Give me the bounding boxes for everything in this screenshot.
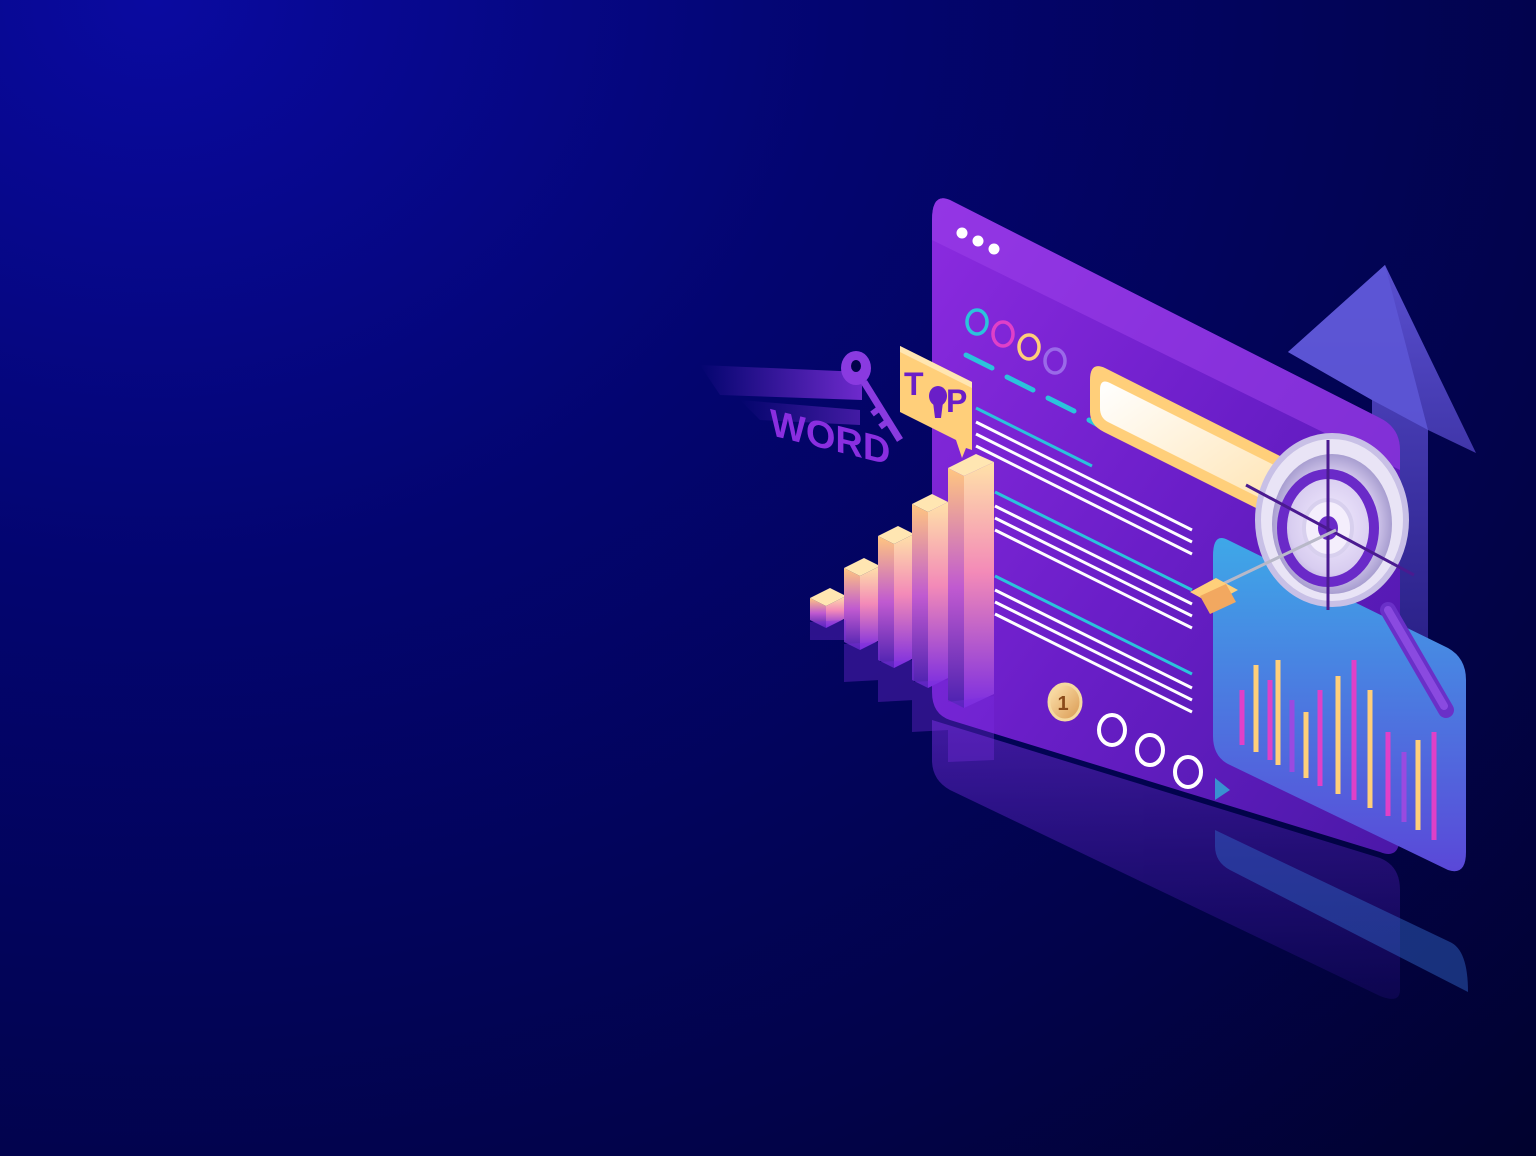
top-badge-letter-p: P [946, 383, 967, 419]
growth-bar-4 [912, 494, 948, 688]
growth-bar-2 [844, 558, 880, 650]
page-number-current: 1 [1057, 693, 1068, 715]
growth-bars [810, 454, 994, 762]
seo-illustration: 1 WORD T P [700, 198, 1476, 999]
growth-bar-5 [948, 454, 994, 708]
top-badge-letter-t: T [904, 366, 924, 402]
growth-bar-3 [878, 526, 914, 668]
